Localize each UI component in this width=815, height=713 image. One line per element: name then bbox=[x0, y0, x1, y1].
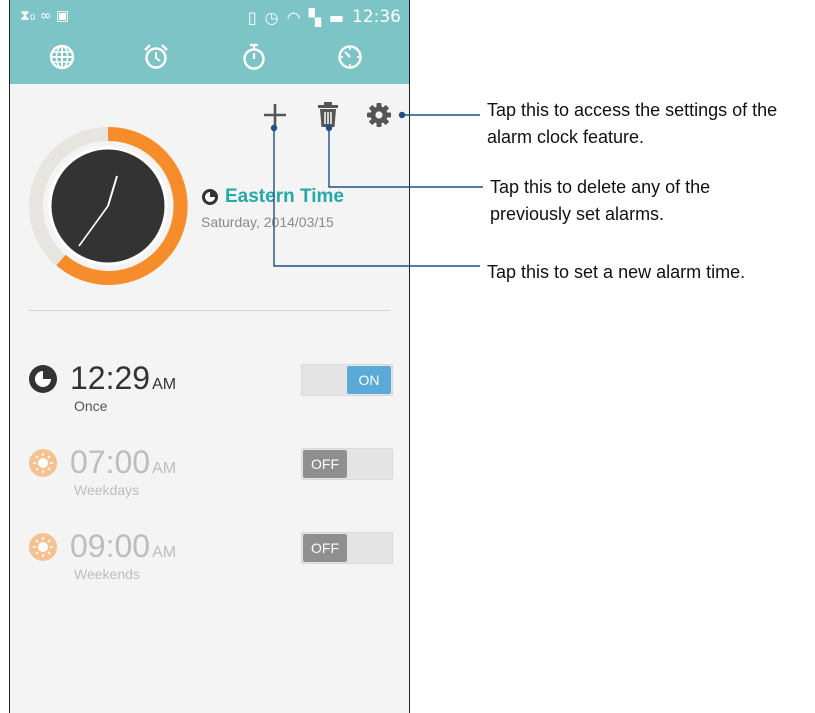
callout-add: Tap this to set a new alarm time. bbox=[487, 259, 745, 286]
callout-line: Tap this to access the settings of the bbox=[487, 100, 778, 120]
callout-delete: Tap this to delete any of the previously… bbox=[490, 174, 710, 228]
callout-settings: Tap this to access the settings of the a… bbox=[487, 97, 777, 151]
callout-line: previously set alarms. bbox=[490, 204, 665, 224]
callout-dot bbox=[270, 124, 278, 132]
callout-dot bbox=[398, 111, 406, 119]
callout-line: Tap this to delete any of the bbox=[490, 177, 711, 197]
callout-line: alarm clock feature. bbox=[487, 127, 645, 147]
callout-dot bbox=[325, 124, 333, 132]
callout-line: Tap this to set a new alarm time. bbox=[487, 262, 746, 282]
